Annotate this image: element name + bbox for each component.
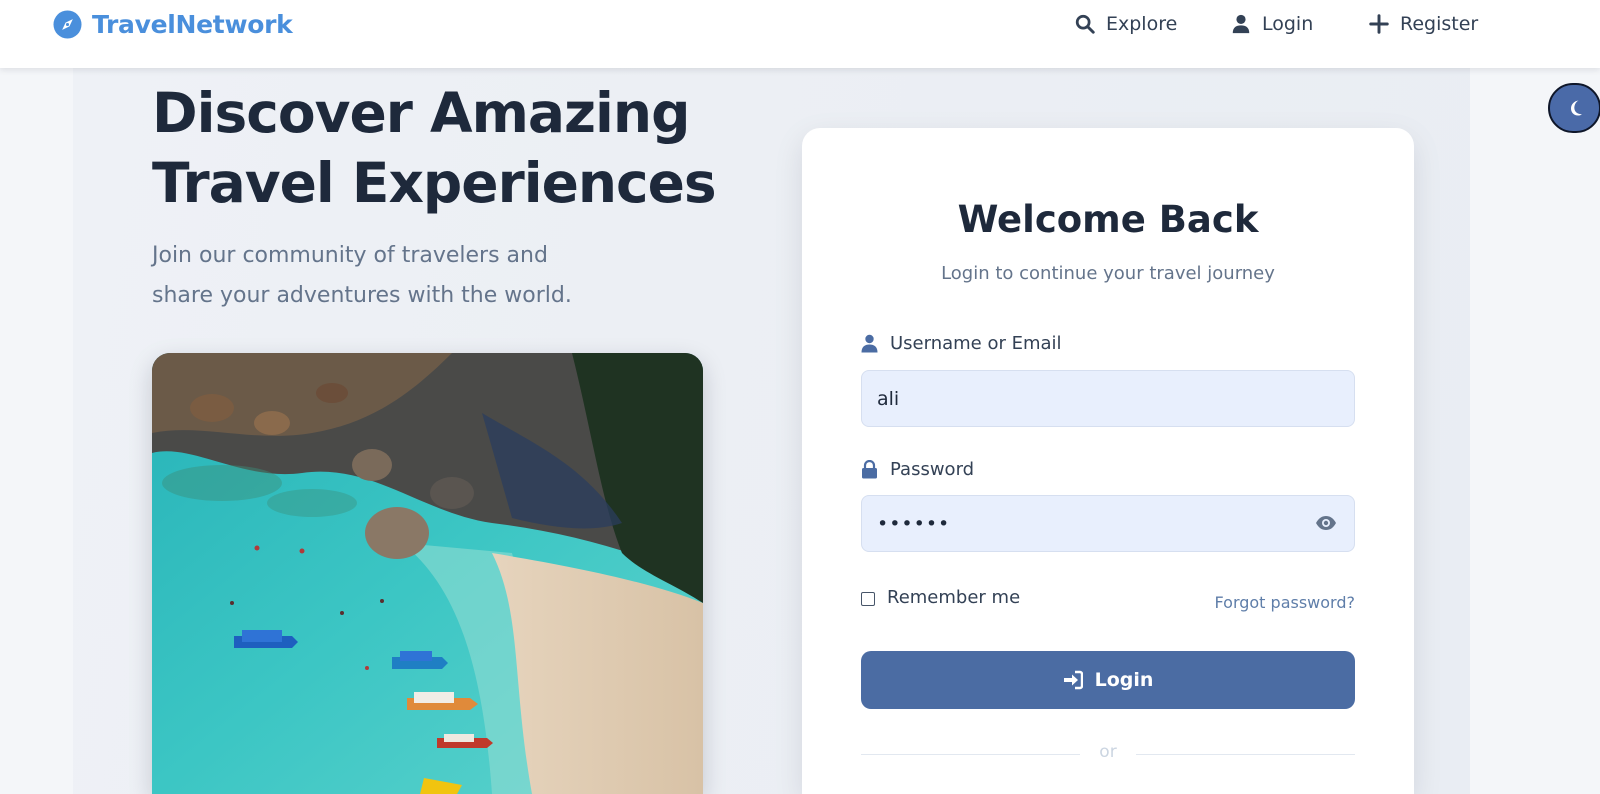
eye-icon xyxy=(1316,516,1336,530)
nav-login-label: Login xyxy=(1262,13,1314,35)
login-submit-button[interactable]: Login xyxy=(861,651,1355,709)
theme-toggle-button[interactable] xyxy=(1548,83,1600,133)
user-icon xyxy=(1232,14,1250,34)
brand-logo-link[interactable]: TravelNetwork xyxy=(53,8,293,40)
password-input[interactable] xyxy=(861,495,1355,552)
hero-title: Discover Amazing Travel Experiences xyxy=(152,78,752,218)
username-field-label: Username or Email xyxy=(861,333,1062,354)
username-input[interactable] xyxy=(861,370,1355,427)
nav-register-link[interactable]: Register xyxy=(1368,10,1478,38)
hero-beach-image xyxy=(152,353,703,794)
nav-register-label: Register xyxy=(1400,13,1479,35)
toggle-password-visibility-button[interactable] xyxy=(1315,513,1337,533)
aerial-beach-illustration xyxy=(152,353,703,794)
user-icon xyxy=(861,334,878,353)
username-field-label-text: Username or Email xyxy=(890,333,1062,354)
compass-icon xyxy=(53,9,82,39)
login-card-subtitle: Login to continue your travel journey xyxy=(941,263,1275,284)
hero-title-line-1: Discover Amazing xyxy=(152,81,690,145)
nav-login-link[interactable]: Login xyxy=(1230,10,1313,38)
nav-explore-label: Explore xyxy=(1106,13,1178,35)
password-field-label: Password xyxy=(861,459,974,480)
password-field-label-text: Password xyxy=(890,459,975,480)
login-card-title: Welcome Back xyxy=(957,198,1259,241)
search-icon xyxy=(1075,14,1095,34)
login-card: Welcome Back Login to continue your trav… xyxy=(802,128,1414,794)
hero-subtitle: Join our community of travelers and shar… xyxy=(152,236,592,316)
top-navbar: TravelNetwork Explore Login Register xyxy=(0,0,1600,68)
remember-me-checkbox[interactable]: Remember me xyxy=(861,587,1020,608)
moon-icon xyxy=(1570,100,1582,116)
brand-name: TravelNetwork xyxy=(92,9,293,39)
login-submit-label: Login xyxy=(1094,669,1154,691)
hero-subtitle-line-2: share your adventures with the world. xyxy=(152,283,572,308)
nav-explore-link[interactable]: Explore xyxy=(1074,10,1177,38)
hero-title-line-2: Travel Experiences xyxy=(152,151,717,215)
lock-icon xyxy=(862,460,877,479)
plus-icon xyxy=(1369,14,1389,34)
remember-me-label: Remember me xyxy=(887,587,1021,608)
divider-line xyxy=(861,754,1080,755)
divider-line xyxy=(1136,754,1355,755)
remember-me-checkbox-box[interactable] xyxy=(861,592,875,606)
forgot-password-link[interactable]: Forgot password? xyxy=(1215,593,1355,612)
divider-or-text: or xyxy=(1099,742,1117,762)
sign-in-icon xyxy=(1063,670,1083,690)
hero-subtitle-line-1: Join our community of travelers and xyxy=(152,243,548,268)
